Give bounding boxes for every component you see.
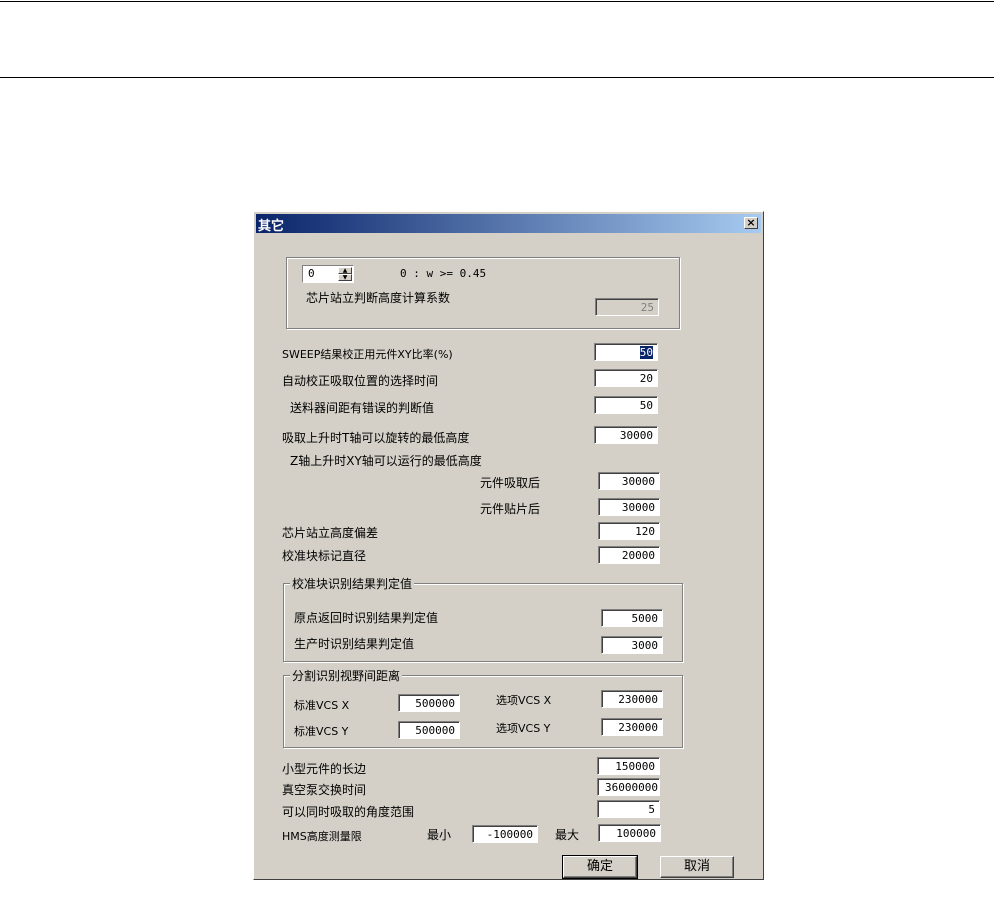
after-place-label: 元件贴片后 [480,502,541,516]
vacuum-pump-label: 真空泵交换时间 [282,783,367,797]
stand-spinner-desc: 0 : w >= 0.45 [400,267,487,280]
after-place-field[interactable]: 30000 [598,498,660,516]
hms-limit-label: HMS高度测量限 [282,830,362,843]
stand-deviation-label: 芯片站立高度偏差 [282,526,379,540]
long-side-label: 小型元件的长边 [282,762,367,776]
spinner-down-icon[interactable]: ▼ [338,274,352,281]
feeder-pitch-label: 送料器间距有错误的判断值 [290,401,435,415]
stand-spinner[interactable]: 0 ▲ ▼ [302,265,354,283]
z-axis-height-label: Z轴上升时XY轴可以运行的最低高度 [290,454,482,468]
mark-diameter-label: 校准块标记直径 [282,549,367,563]
after-pick-field[interactable]: 30000 [598,472,660,490]
spinner-up-icon[interactable]: ▲ [338,267,352,274]
ok-button[interactable]: 确定 [562,855,638,879]
long-side-field[interactable]: 150000 [597,757,660,775]
split-group-title: 分割识别视野间距离 [290,667,403,684]
std-vcs-y-label: 标准VCS Y [294,725,349,738]
t-axis-height-field[interactable]: 30000 [594,426,658,444]
hms-max-field[interactable]: 100000 [598,824,661,842]
hms-max-label: 最大 [555,828,580,842]
opt-vcs-y-label: 选项VCS Y [496,722,551,735]
stand-coef-field: 25 [595,298,659,316]
opt-vcs-x-label: 选项VCS X [496,694,552,707]
close-icon[interactable]: × [744,217,758,229]
opt-vcs-y-field[interactable]: 230000 [601,718,663,736]
vacuum-pump-field[interactable]: 36000000 [597,778,660,796]
opt-vcs-x-field[interactable]: 230000 [601,690,663,708]
mark-diameter-field[interactable]: 20000 [598,546,660,564]
angle-range-label: 可以同时吸取的角度范围 [282,805,415,819]
auto-select-time-field[interactable]: 20 [594,369,658,387]
std-vcs-y-field[interactable]: 500000 [398,721,460,739]
feeder-pitch-field[interactable]: 50 [594,396,658,414]
sweep-ratio-label: SWEEP结果校正用元件XY比率(%) [282,348,453,361]
production-judge-field[interactable]: 3000 [601,636,663,654]
after-pick-label: 元件吸取后 [480,476,541,490]
calib-group-title: 校准块识别结果判定值 [290,575,415,592]
auto-select-time-label: 自动校正吸取位置的选择时间 [282,374,439,388]
std-vcs-x-label: 标准VCS X [294,699,350,712]
hms-min-field[interactable]: -100000 [472,825,538,843]
stand-deviation-field[interactable]: 120 [598,522,660,540]
angle-range-field[interactable]: 5 [597,800,660,818]
sweep-ratio-field[interactable]: 50 [594,343,658,361]
std-vcs-x-field[interactable]: 500000 [398,694,460,712]
hms-min-label: 最小 [427,828,452,842]
dialog-title: 其它 [258,219,285,234]
page-rule-top [0,1,994,2]
cancel-button[interactable]: 取消 [660,856,734,878]
origin-return-label: 原点返回时识别结果判定值 [294,611,439,625]
dialog-titlebar[interactable]: 其它 × [256,214,761,234]
production-judge-label: 生产时识别结果判定值 [294,637,415,651]
t-axis-height-label: 吸取上升时T轴可以旋转的最低高度 [282,431,470,445]
origin-return-field[interactable]: 5000 [601,609,663,627]
stand-spinner-value: 0 [308,267,315,280]
page-rule-bottom [0,77,994,78]
stand-coef-label: 芯片站立判断高度计算系数 [306,291,451,305]
